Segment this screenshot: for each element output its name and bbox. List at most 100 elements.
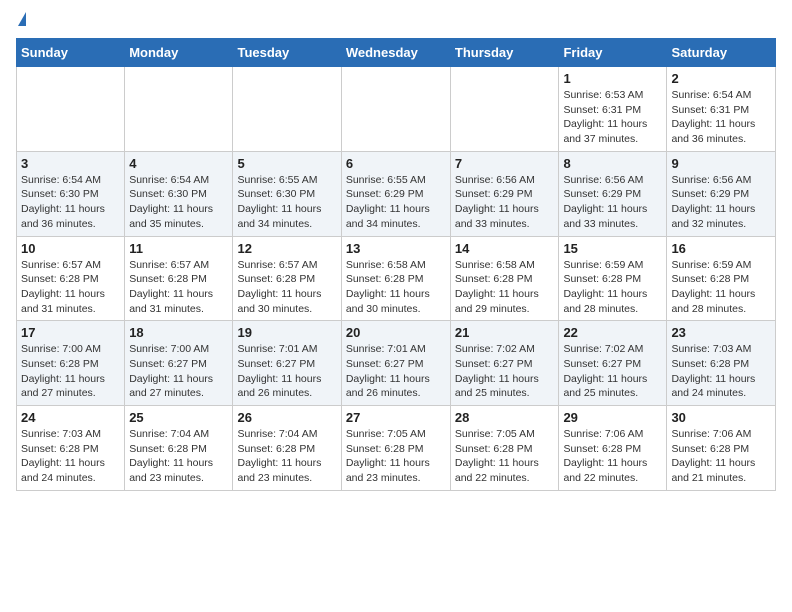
day-number: 11	[129, 241, 228, 256]
day-number: 25	[129, 410, 228, 425]
calendar-cell: 7Sunrise: 6:56 AM Sunset: 6:29 PM Daylig…	[450, 151, 559, 236]
day-info: Sunrise: 6:54 AM Sunset: 6:31 PM Dayligh…	[671, 88, 771, 147]
day-info: Sunrise: 7:02 AM Sunset: 6:27 PM Dayligh…	[455, 342, 555, 401]
day-info: Sunrise: 6:56 AM Sunset: 6:29 PM Dayligh…	[563, 173, 662, 232]
calendar-cell: 11 Sunrise: 6:57 AM Sunset: 6:28 PM Dayli…	[125, 236, 233, 321]
calendar-cell: 18 Sunrise: 7:00 AM Sunset: 6:27 PM Dayli…	[125, 321, 233, 406]
day-info: Sunrise: 7:00 AM Sunset: 6:28 PM Dayligh…	[21, 342, 120, 401]
day-number: 2	[671, 71, 771, 86]
day-number: 27	[346, 410, 446, 425]
day-info: Sunrise: 6:59 AM Sunset: 6:28 PM Dayligh…	[563, 258, 662, 317]
calendar-week-row: 10 Sunrise: 6:57 AM Sunset: 6:28 PM Dayli…	[17, 236, 776, 321]
day-number: 5	[237, 156, 336, 171]
calendar-day-header: Sunday	[17, 39, 125, 67]
day-number: 18	[129, 325, 228, 340]
calendar-cell: 3 Sunrise: 6:54 AM Sunset: 6:30 PM Daylig…	[17, 151, 125, 236]
day-number: 29	[563, 410, 662, 425]
logo	[16, 16, 26, 26]
day-number: 30	[671, 410, 771, 425]
calendar-day-header: Tuesday	[233, 39, 341, 67]
calendar-cell: 8 Sunrise: 6:56 AM Sunset: 6:29 PM Daylig…	[559, 151, 667, 236]
day-info: Sunrise: 7:03 AM Sunset: 6:28 PM Dayligh…	[671, 342, 771, 401]
calendar-cell: 24 Sunrise: 7:03 AM Sunset: 6:28 PM Dayli…	[17, 406, 125, 491]
day-number: 13	[346, 241, 446, 256]
calendar-week-row: 3 Sunrise: 6:54 AM Sunset: 6:30 PM Daylig…	[17, 151, 776, 236]
day-number: 1	[563, 71, 662, 86]
day-number: 6	[346, 156, 446, 171]
day-info: Sunrise: 6:59 AM Sunset: 6:28 PM Dayligh…	[671, 258, 771, 317]
calendar-cell: 21 Sunrise: 7:02 AM Sunset: 6:27 PM Dayli…	[450, 321, 559, 406]
day-number: 14	[455, 241, 555, 256]
calendar-cell	[233, 67, 341, 152]
calendar-week-row: 1 Sunrise: 6:53 AM Sunset: 6:31 PM Daylig…	[17, 67, 776, 152]
calendar-cell	[450, 67, 559, 152]
day-info: Sunrise: 7:05 AM Sunset: 6:28 PM Dayligh…	[455, 427, 555, 486]
calendar-cell	[125, 67, 233, 152]
day-number: 16	[671, 241, 771, 256]
calendar-day-header: Saturday	[667, 39, 776, 67]
day-info: Sunrise: 6:57 AM Sunset: 6:28 PM Dayligh…	[237, 258, 336, 317]
day-info: Sunrise: 7:06 AM Sunset: 6:28 PM Dayligh…	[563, 427, 662, 486]
day-number: 10	[21, 241, 120, 256]
day-number: 4	[129, 156, 228, 171]
day-info: Sunrise: 6:55 AM Sunset: 6:29 PM Dayligh…	[346, 173, 446, 232]
calendar-week-row: 17 Sunrise: 7:00 AM Sunset: 6:28 PM Dayli…	[17, 321, 776, 406]
day-info: Sunrise: 6:54 AM Sunset: 6:30 PM Dayligh…	[129, 173, 228, 232]
calendar-cell: 23 Sunrise: 7:03 AM Sunset: 6:28 PM Dayli…	[667, 321, 776, 406]
day-info: Sunrise: 7:01 AM Sunset: 6:27 PM Dayligh…	[346, 342, 446, 401]
day-info: Sunrise: 6:53 AM Sunset: 6:31 PM Dayligh…	[563, 88, 662, 147]
calendar-day-header: Monday	[125, 39, 233, 67]
day-info: Sunrise: 7:00 AM Sunset: 6:27 PM Dayligh…	[129, 342, 228, 401]
day-info: Sunrise: 7:05 AM Sunset: 6:28 PM Dayligh…	[346, 427, 446, 486]
calendar-cell: 5Sunrise: 6:55 AM Sunset: 6:30 PM Daylig…	[233, 151, 341, 236]
calendar-cell: 12 Sunrise: 6:57 AM Sunset: 6:28 PM Dayli…	[233, 236, 341, 321]
day-info: Sunrise: 7:04 AM Sunset: 6:28 PM Dayligh…	[237, 427, 336, 486]
day-info: Sunrise: 7:04 AM Sunset: 6:28 PM Dayligh…	[129, 427, 228, 486]
day-number: 26	[237, 410, 336, 425]
calendar-week-row: 24 Sunrise: 7:03 AM Sunset: 6:28 PM Dayli…	[17, 406, 776, 491]
calendar-header-row: SundayMondayTuesdayWednesdayThursdayFrid…	[17, 39, 776, 67]
logo-triangle-icon	[18, 12, 26, 26]
day-number: 28	[455, 410, 555, 425]
calendar-day-header: Wednesday	[341, 39, 450, 67]
calendar-cell: 1 Sunrise: 6:53 AM Sunset: 6:31 PM Daylig…	[559, 67, 667, 152]
day-info: Sunrise: 6:57 AM Sunset: 6:28 PM Dayligh…	[129, 258, 228, 317]
page-header	[16, 16, 776, 26]
day-number: 7	[455, 156, 555, 171]
calendar-cell: 27 Sunrise: 7:05 AM Sunset: 6:28 PM Dayli…	[341, 406, 450, 491]
day-number: 23	[671, 325, 771, 340]
day-number: 8	[563, 156, 662, 171]
calendar-cell: 22 Sunrise: 7:02 AM Sunset: 6:27 PM Dayli…	[559, 321, 667, 406]
day-number: 21	[455, 325, 555, 340]
day-info: Sunrise: 6:54 AM Sunset: 6:30 PM Dayligh…	[21, 173, 120, 232]
calendar-cell: 28 Sunrise: 7:05 AM Sunset: 6:28 PM Dayli…	[450, 406, 559, 491]
day-number: 15	[563, 241, 662, 256]
day-info: Sunrise: 6:57 AM Sunset: 6:28 PM Dayligh…	[21, 258, 120, 317]
day-number: 24	[21, 410, 120, 425]
day-info: Sunrise: 6:58 AM Sunset: 6:28 PM Dayligh…	[455, 258, 555, 317]
calendar-cell: 25 Sunrise: 7:04 AM Sunset: 6:28 PM Dayli…	[125, 406, 233, 491]
day-info: Sunrise: 7:03 AM Sunset: 6:28 PM Dayligh…	[21, 427, 120, 486]
day-info: Sunrise: 7:02 AM Sunset: 6:27 PM Dayligh…	[563, 342, 662, 401]
calendar-cell: 19Sunrise: 7:01 AM Sunset: 6:27 PM Dayli…	[233, 321, 341, 406]
calendar-cell: 6 Sunrise: 6:55 AM Sunset: 6:29 PM Daylig…	[341, 151, 450, 236]
day-number: 12	[237, 241, 336, 256]
calendar-body: 1 Sunrise: 6:53 AM Sunset: 6:31 PM Daylig…	[17, 67, 776, 491]
calendar-header: SundayMondayTuesdayWednesdayThursdayFrid…	[17, 39, 776, 67]
day-number: 9	[671, 156, 771, 171]
calendar-cell: 17 Sunrise: 7:00 AM Sunset: 6:28 PM Dayli…	[17, 321, 125, 406]
calendar-cell: 26 Sunrise: 7:04 AM Sunset: 6:28 PM Dayli…	[233, 406, 341, 491]
calendar-cell: 29 Sunrise: 7:06 AM Sunset: 6:28 PM Dayli…	[559, 406, 667, 491]
calendar-cell	[341, 67, 450, 152]
day-info: Sunrise: 6:58 AM Sunset: 6:28 PM Dayligh…	[346, 258, 446, 317]
calendar-cell: 10 Sunrise: 6:57 AM Sunset: 6:28 PM Dayli…	[17, 236, 125, 321]
day-info: Sunrise: 7:06 AM Sunset: 6:28 PM Dayligh…	[671, 427, 771, 486]
day-number: 22	[563, 325, 662, 340]
calendar-cell	[17, 67, 125, 152]
calendar-cell: 9Sunrise: 6:56 AM Sunset: 6:29 PM Daylig…	[667, 151, 776, 236]
day-number: 17	[21, 325, 120, 340]
day-number: 19	[237, 325, 336, 340]
day-number: 20	[346, 325, 446, 340]
calendar-cell: 2 Sunrise: 6:54 AM Sunset: 6:31 PM Daylig…	[667, 67, 776, 152]
day-number: 3	[21, 156, 120, 171]
